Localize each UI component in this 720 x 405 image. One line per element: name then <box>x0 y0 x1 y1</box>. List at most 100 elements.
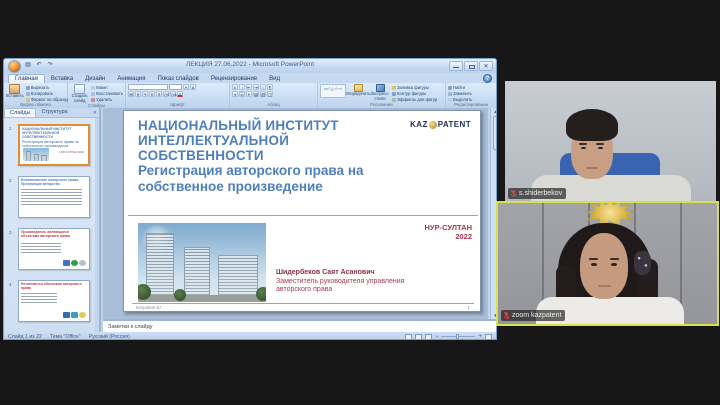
slide-thumbnail-3[interactable]: Произведения, являющиеся объектами автор… <box>18 228 90 270</box>
title-bar[interactable]: ▤ ↶ ↷ ЛЕКЦИЯ 27.06.2022 - Microsoft Powe… <box>4 59 496 73</box>
pane-tab-slides[interactable]: Слайды <box>4 108 36 117</box>
thumb-number: 4 <box>9 282 12 287</box>
font-name-input[interactable] <box>128 84 168 90</box>
replace-button[interactable]: Заменить <box>448 91 472 96</box>
zoom-slider[interactable] <box>441 336 475 338</box>
banknote-clipart-icon <box>71 312 78 318</box>
thumb-number: 3 <box>9 230 12 235</box>
align-center-icon[interactable]: ☰ <box>239 91 245 97</box>
smartart-convert-icon[interactable]: ◫ <box>267 91 273 97</box>
tab-slideshow[interactable]: Показ слайдов <box>152 75 205 83</box>
font-color-button[interactable]: A <box>177 91 183 97</box>
copy-button[interactable]: Копировать <box>26 91 69 96</box>
font-size-input[interactable] <box>169 84 182 90</box>
logo-patent-text: PATENT <box>438 120 471 129</box>
arrange-label: Упорядочить <box>346 92 371 97</box>
cut-label: Вырезать <box>31 85 50 90</box>
change-case-button[interactable]: Aa <box>170 91 176 97</box>
bold-button[interactable]: Ж <box>128 91 134 97</box>
italic-button[interactable]: К <box>135 91 141 97</box>
justify-icon[interactable]: ▤ <box>253 91 259 97</box>
align-left-icon[interactable]: ⫷ <box>232 91 238 97</box>
reset-icon <box>91 92 95 96</box>
layout-button[interactable]: Макет <box>91 85 123 90</box>
zoom-slider-thumb[interactable] <box>456 334 459 340</box>
layout-icon <box>91 86 95 90</box>
cut-button[interactable]: Вырезать <box>26 85 69 90</box>
grow-font-icon[interactable]: A <box>183 84 189 90</box>
replace-label: Заменить <box>453 91 472 96</box>
mouth <box>586 167 598 169</box>
bullets-icon[interactable]: ≡ <box>232 84 238 90</box>
zoom-out-icon[interactable]: − <box>435 334 439 340</box>
shrink-font-icon[interactable]: a <box>190 84 196 90</box>
tab-view[interactable]: Вид <box>263 75 286 83</box>
thumb1-building <box>41 155 47 161</box>
close-button[interactable]: ✕ <box>479 61 493 71</box>
minimize-button[interactable] <box>449 61 463 71</box>
underline-button[interactable]: Ч <box>142 91 148 97</box>
slide-subtitle: Регистрация авторского права на собствен… <box>138 163 398 194</box>
status-language: Русский (Россия) <box>89 334 130 340</box>
line-spacing-icon[interactable]: ↕ <box>260 84 266 90</box>
slideshow-view-button[interactable] <box>425 334 432 340</box>
pane-close-icon[interactable]: ✕ <box>93 110 97 116</box>
scrollbar-thumb[interactable] <box>493 116 498 150</box>
participant-name: zoom kazpatent <box>512 312 561 320</box>
shape-fill-button[interactable]: Заливка фигуры <box>392 85 437 90</box>
tab-insert[interactable]: Вставка <box>45 75 79 83</box>
arrange-button[interactable]: Упорядочить <box>348 84 368 102</box>
help-icon[interactable]: ? <box>483 74 492 83</box>
indent-more-icon[interactable]: ⇥ <box>253 84 259 90</box>
thumb-number: 2 <box>9 178 12 183</box>
eye <box>611 263 617 266</box>
slide-number: 1 <box>467 305 470 310</box>
slide-sorter-view-button[interactable] <box>415 334 422 340</box>
tab-design[interactable]: Дизайн <box>79 75 111 83</box>
shadow-button[interactable]: S <box>156 91 162 97</box>
thumb1-title-line2: ИНТЕЛЛЕКТУАЛЬНОЙ СОБСТВЕННОСТИ <box>22 132 86 140</box>
slide-thumbnail-2[interactable]: Возникновение Авторского права. Презумпц… <box>18 176 90 218</box>
slide-canvas[interactable]: НАЦИОНАЛЬНЫЙ ИНСТИТУТ ИНТЕЛЛЕКТУАЛЬНОЙ С… <box>123 110 481 312</box>
year-text: 2022 <box>425 232 472 241</box>
strikethrough-button[interactable]: S <box>149 91 155 97</box>
shape-outline-button[interactable]: Контур фигуры <box>392 91 437 96</box>
find-button[interactable]: Найти <box>448 85 472 90</box>
participant-video-2-active: zoom kazpatent <box>496 201 719 326</box>
character-spacing-button[interactable]: AV <box>163 91 169 97</box>
zoom-in-icon[interactable]: + <box>478 334 482 340</box>
thumb1-picture <box>23 148 49 161</box>
reset-button[interactable]: Восстановить <box>91 91 123 96</box>
slide-divider-line <box>128 215 478 216</box>
paste-button[interactable]: Вставить <box>6 84 24 102</box>
paste-label: Вставить <box>6 94 24 99</box>
align-right-icon[interactable]: ⫸ <box>246 91 252 97</box>
tab-animations[interactable]: Анимация <box>111 75 151 83</box>
maximize-icon <box>469 65 475 70</box>
thumb4-text-lines <box>21 293 57 303</box>
thumbnail-list: 1 НАЦИОНАЛЬНЫЙ ИНСТИТУТ ИНТЕЛЛЕКТУАЛЬНОЙ… <box>4 118 96 332</box>
tab-review[interactable]: Рецензирование <box>205 75 263 83</box>
pane-scrollbar[interactable] <box>95 118 99 332</box>
notes-pane[interactable]: Заметки к слайду <box>103 319 497 332</box>
indent-less-icon[interactable]: ⇤ <box>246 84 252 90</box>
new-slide-button[interactable]: Создать слайд <box>70 84 89 103</box>
maximize-button[interactable] <box>464 61 478 71</box>
city-year-block: НУР-СУЛТАН 2022 <box>425 223 472 241</box>
delete-slide-button[interactable]: Удалить <box>91 97 123 102</box>
thumb1-building <box>26 151 31 161</box>
slide-thumbnail-1[interactable]: НАЦИОНАЛЬНЫЙ ИНСТИТУТ ИНТЕЛЛЕКТУАЛЬНОЙ С… <box>18 124 90 166</box>
slide-thumbnail-4[interactable]: Не являются объектами авторского права <box>18 280 90 322</box>
pane-tab-outline[interactable]: Структура <box>36 108 72 117</box>
tab-home[interactable]: Главная <box>8 74 45 83</box>
quick-styles-button[interactable]: Экспресс-стили <box>370 84 390 102</box>
scroll-up-icon[interactable]: ▲ <box>492 109 497 114</box>
numbering-icon[interactable]: ⋮ <box>239 84 245 90</box>
normal-view-button[interactable] <box>405 334 412 340</box>
mouth <box>598 285 611 287</box>
columns-icon[interactable]: ▥ <box>260 91 266 97</box>
text-direction-icon[interactable]: ¶ <box>267 84 273 90</box>
shapes-gallery[interactable]: ▭○△☆⇨ <box>320 84 346 98</box>
select-icon <box>448 98 452 102</box>
fit-to-window-button[interactable] <box>485 334 492 340</box>
